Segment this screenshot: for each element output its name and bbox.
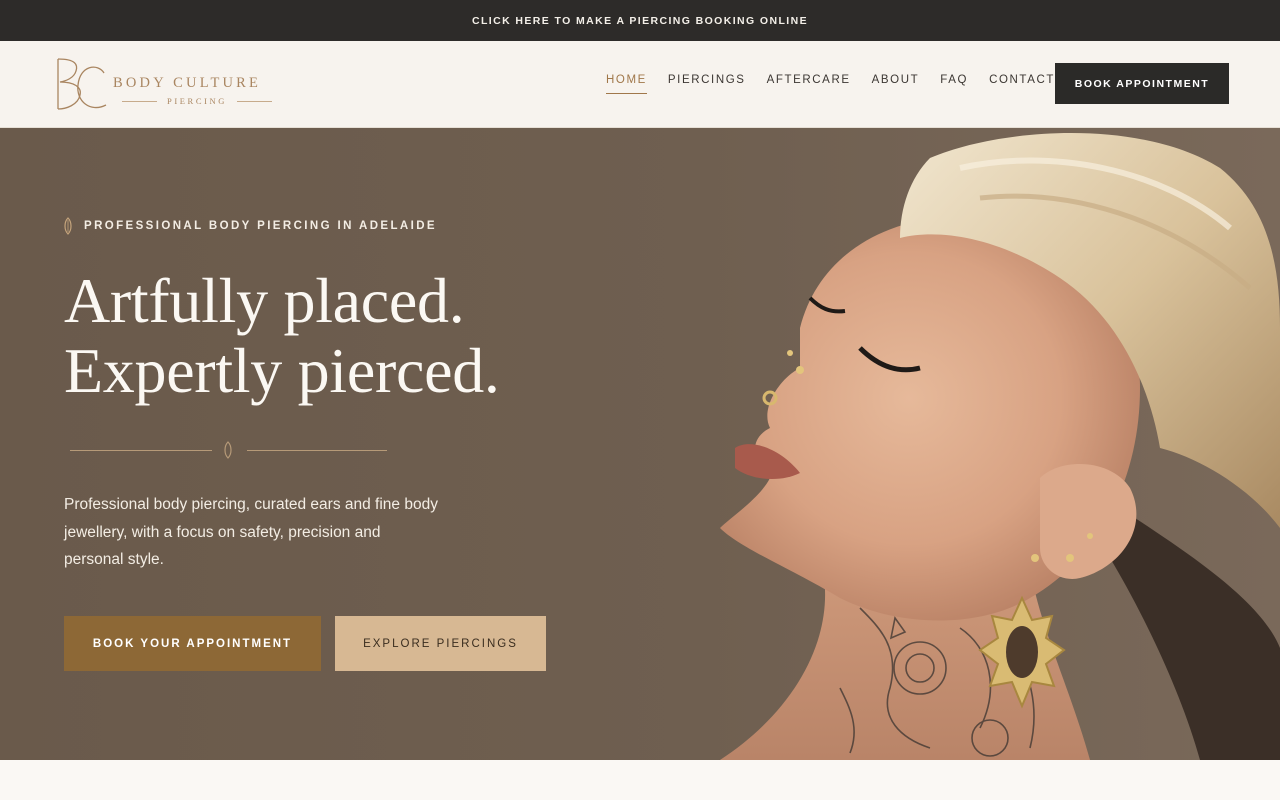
- hero-description: Professional body piercing, curated ears…: [64, 496, 438, 568]
- announcement-bar: CLICK HERE TO MAKE A PIERCING BOOKING ON…: [0, 0, 1280, 41]
- logo-monogram-icon: [57, 58, 107, 110]
- logo-subtitle: PIERCING: [167, 96, 227, 106]
- nav-item-about[interactable]: ABOUT: [872, 74, 920, 94]
- book-appointment-button[interactable]: BOOK APPOINTMENT: [1055, 63, 1229, 104]
- hero-headline: Artfully placed. Expertly pierced.: [64, 266, 584, 406]
- booking-online-link[interactable]: CLICK HERE TO MAKE A PIERCING BOOKING ON…: [472, 15, 808, 27]
- divider-line-right: [247, 450, 387, 451]
- nav-item-faq[interactable]: FAQ: [940, 74, 968, 94]
- book-your-appointment-button[interactable]: BOOK YOUR APPOINTMENT: [64, 616, 321, 671]
- explore-piercings-button[interactable]: EXPLORE PIERCINGS: [335, 616, 546, 671]
- hero-headline-line1: Artfully placed.: [64, 265, 465, 336]
- hero-headline-line2: Expertly pierced.: [64, 335, 500, 406]
- diamond-ornament-icon: [224, 441, 232, 459]
- divider-line-left: [70, 450, 212, 451]
- announcement-text: TO MAKE A PIERCING BOOKING ONLINE: [550, 14, 808, 27]
- hero-section: PROFESSIONAL BODY PIERCING IN ADELAIDE A…: [0, 128, 1280, 760]
- nav-item-aftercare[interactable]: AFTERCARE: [767, 74, 851, 94]
- main-nav: HOME PIERCINGS AFTERCARE ABOUT FAQ CONTA…: [606, 74, 1076, 94]
- nav-item-contact[interactable]: CONTACT: [989, 74, 1055, 94]
- leaf-icon: [64, 217, 72, 235]
- hero-divider: [70, 441, 390, 459]
- nav-item-home[interactable]: HOME: [606, 74, 647, 94]
- logo-rule-left: [122, 100, 157, 102]
- nav-item-piercings[interactable]: PIERCINGS: [668, 74, 746, 94]
- logo[interactable]: BODY CULTURE PIERCING: [52, 55, 282, 115]
- hero-eyebrow: PROFESSIONAL BODY PIERCING IN ADELAIDE: [64, 217, 437, 235]
- logo-subtitle-row: PIERCING: [122, 96, 272, 106]
- next-section: [0, 760, 1280, 800]
- site-header: BODY CULTURE PIERCING HOME PIERCINGS AFT…: [0, 41, 1280, 128]
- logo-rule-right: [237, 100, 272, 102]
- hero-eyebrow-text: PROFESSIONAL BODY PIERCING IN ADELAIDE: [84, 220, 437, 232]
- logo-name: BODY CULTURE: [113, 75, 262, 91]
- announcement-link-label: CLICK HERE: [472, 14, 551, 27]
